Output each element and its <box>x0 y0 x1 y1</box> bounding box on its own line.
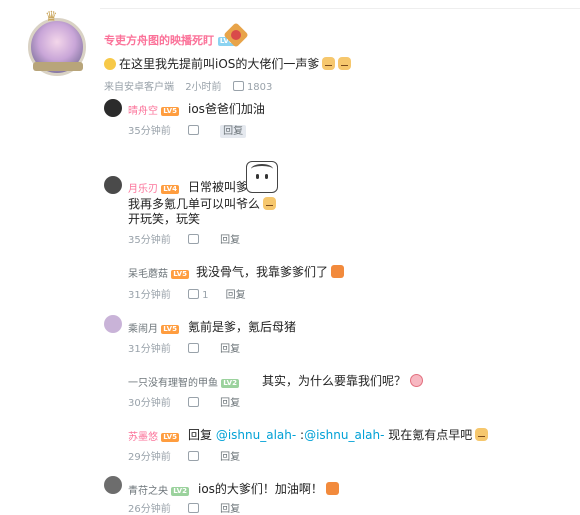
thumbs-up-icon[interactable] <box>187 451 199 461</box>
angry-emoji-icon <box>325 482 339 495</box>
thumbs-up-icon[interactable] <box>187 503 199 513</box>
dog-emoji-icon <box>322 57 336 70</box>
reply-username[interactable]: 乘闹月 LV5 <box>128 320 179 335</box>
reply-text: 回复 @ishnu_alah- :@ishnu_alah- 现在氪有点早吧 <box>188 426 489 443</box>
reply-button[interactable]: 回复 <box>220 504 240 515</box>
thumbs-up-icon[interactable] <box>232 81 244 91</box>
comment-meta: 来自安卓客户端 2小时前 1803 <box>104 81 273 93</box>
reply-button[interactable]: 回复 <box>226 290 246 301</box>
avatar[interactable] <box>104 176 122 194</box>
like-count: 1 <box>202 290 209 301</box>
reply-text: ios爸爸们加油 <box>188 102 265 116</box>
reply-button[interactable]: 回复 <box>220 344 240 355</box>
sticker-icon <box>246 161 278 193</box>
comment-username[interactable]: 专吏方舟图的映播死盯 LV6 <box>104 32 236 48</box>
comment-text: 在这里我先提前叫iOS的大佬们一声爹 <box>104 55 352 72</box>
avatar[interactable] <box>104 99 122 117</box>
smile-emoji-icon <box>104 58 116 70</box>
dog-emoji-icon <box>338 57 352 70</box>
mention-link[interactable]: @ishnu_alah- <box>304 428 384 442</box>
crown-icon: ♛ <box>45 9 58 25</box>
thumbs-up-icon[interactable] <box>187 343 199 353</box>
reply-username[interactable]: 月乐刃 LV4 <box>128 180 179 195</box>
reply-text: 开玩笑，玩笑 <box>128 212 201 226</box>
reply-meta: 35分钟前 回复 <box>128 234 241 246</box>
reply-username[interactable]: 一只没有理智的甲鱼 LV2 <box>128 374 239 389</box>
thumbs-up-icon[interactable] <box>187 234 199 244</box>
like-count: 1803 <box>246 82 273 93</box>
top-divider <box>100 8 580 9</box>
reply-meta: 31分钟前 回复 <box>128 343 241 355</box>
dog-emoji-icon <box>475 428 489 441</box>
reply-button[interactable]: 回复 <box>220 125 247 138</box>
avatar[interactable] <box>104 476 122 494</box>
mention-link[interactable]: @ishnu_alah- <box>216 428 296 442</box>
reply-meta: 31分钟前 1 回复 <box>128 289 246 301</box>
reply-meta: 30分钟前 回复 <box>128 397 241 409</box>
avatar[interactable] <box>104 315 122 333</box>
thumbs-up-icon[interactable] <box>187 289 199 299</box>
reply-button[interactable]: 回复 <box>220 398 240 409</box>
reply-text: 氪前是爹，氪后母猪 <box>188 320 297 334</box>
reply-username[interactable]: 苏墨悠 LV5 <box>128 428 179 443</box>
angry-emoji-icon <box>331 265 345 278</box>
reply-username[interactable]: 呆毛蘑菇 LV5 <box>128 265 189 280</box>
love-emoji-icon <box>410 374 424 387</box>
avatar[interactable]: ♛ <box>28 9 86 76</box>
reply-username[interactable]: 青苻之央 LV2 <box>128 482 189 497</box>
reply-text: 其实，为什么要靠我们呢？ <box>262 372 424 389</box>
reply-text: ios的大爹们！加油啊！ <box>198 480 339 497</box>
reply-button[interactable]: 回复 <box>220 235 240 246</box>
reply-username[interactable]: 晴舟空 LV5 <box>128 102 179 117</box>
thumbs-up-icon[interactable] <box>187 397 199 407</box>
reply-text: 日常被叫爹 <box>188 180 249 194</box>
reply-meta: 35分钟前 回复 <box>128 122 247 138</box>
medal-center <box>231 30 241 40</box>
thumbs-up-icon[interactable] <box>187 125 199 135</box>
dog-emoji-icon <box>263 197 277 210</box>
reply-text: 我没骨气，我靠爹爹们了 <box>196 263 345 280</box>
avatar-ribbon <box>33 62 83 71</box>
reply-button[interactable]: 回复 <box>220 452 240 463</box>
reply-meta: 29分钟前 回复 <box>128 451 241 463</box>
